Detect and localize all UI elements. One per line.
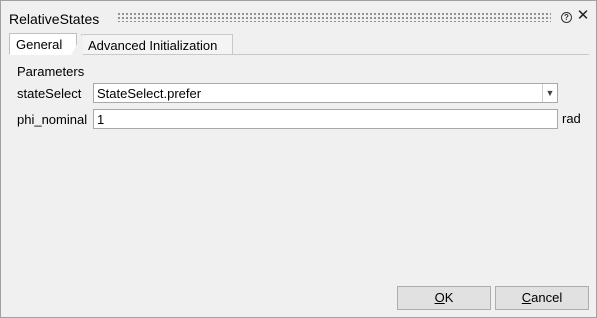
tab-general-label: General (16, 37, 63, 52)
stateselect-label: stateSelect (17, 86, 82, 101)
general-panel: Parameters stateSelect StateSelect.prefe… (9, 55, 589, 275)
cancel-label-rest: ancel (531, 290, 563, 305)
tab-general[interactable]: General (9, 33, 83, 55)
stateselect-dropdown[interactable]: StateSelect.prefer ▼ (93, 83, 558, 103)
cancel-button[interactable]: Cancel (495, 286, 589, 310)
tab-advanced-initialization[interactable]: Advanced Initialization (81, 34, 233, 55)
ok-label-rest: K (444, 290, 454, 305)
ok-mnemonic: O (434, 290, 445, 305)
close-icon[interactable]: ✕ (576, 8, 590, 24)
help-icon[interactable]: ? (561, 12, 572, 23)
window-title: RelativeStates (9, 11, 100, 27)
ok-button[interactable]: OK (397, 286, 491, 310)
phi-nominal-value: 1 (97, 112, 105, 127)
stateselect-value: StateSelect.prefer (97, 86, 202, 101)
drag-grip[interactable] (117, 12, 551, 22)
dialog-window: RelativeStates ? ✕ General Advanced Init… (0, 0, 597, 318)
phi-nominal-label: phi_nominal (17, 112, 88, 127)
phi-nominal-input[interactable]: 1 (93, 109, 558, 129)
title-bar[interactable]: RelativeStates ? ✕ (1, 1, 596, 31)
chevron-down-icon[interactable]: ▼ (542, 84, 557, 102)
tab-advanced-label: Advanced Initialization (88, 38, 218, 53)
parameters-group-label: Parameters (17, 64, 85, 79)
tab-bar: General Advanced Initialization (9, 33, 589, 55)
cancel-mnemonic: C (521, 290, 532, 305)
phi-nominal-unit: rad (562, 111, 581, 126)
